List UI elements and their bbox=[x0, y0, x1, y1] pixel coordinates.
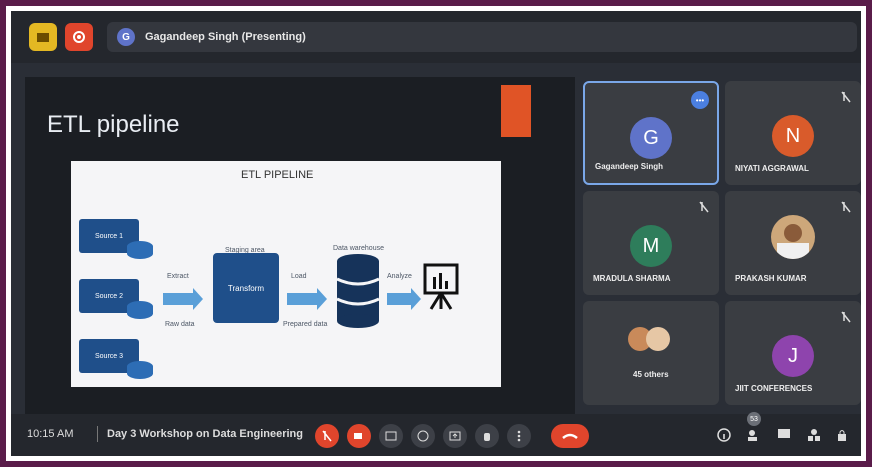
record-icon bbox=[73, 31, 85, 43]
mic-off-icon bbox=[841, 91, 851, 103]
analyze-arrow bbox=[387, 288, 421, 310]
slide-title: ETL pipeline bbox=[47, 111, 180, 138]
avatar: J bbox=[772, 335, 814, 377]
source-2-db-icon bbox=[127, 301, 153, 319]
participant-name: MRADULA SHARMA bbox=[593, 274, 671, 283]
record-button[interactable] bbox=[65, 23, 93, 51]
diagram-title: ETL PIPELINE bbox=[241, 169, 314, 181]
tile-jiit[interactable]: J JIIT CONFERENCES bbox=[725, 301, 861, 405]
bottom-bar: 10:15 AM Day 3 Workshop on Data Engineer… bbox=[11, 412, 861, 456]
files-button[interactable] bbox=[29, 23, 57, 51]
participant-name: PRAKASH KUMAR bbox=[735, 274, 807, 283]
slide-accent-bar bbox=[501, 85, 531, 137]
host-controls-button[interactable] bbox=[833, 426, 851, 444]
phone-hangup-icon bbox=[562, 433, 578, 439]
divider bbox=[97, 426, 98, 442]
others-count: 45 others bbox=[633, 370, 669, 379]
more-vert-icon bbox=[517, 430, 521, 442]
raise-hand-button[interactable] bbox=[475, 424, 499, 448]
shapes-icon bbox=[808, 429, 820, 441]
people-icon bbox=[748, 430, 757, 441]
info-icon bbox=[717, 428, 731, 442]
analyze-label: Analyze bbox=[387, 273, 412, 280]
activities-button[interactable] bbox=[805, 426, 823, 444]
folder-icon bbox=[37, 33, 49, 42]
reactions-button[interactable] bbox=[411, 424, 435, 448]
tile-others[interactable]: 45 others bbox=[583, 301, 719, 405]
tile-prakash[interactable]: PRAKASH KUMAR bbox=[725, 191, 861, 295]
top-bar: G Gagandeep Singh (Presenting) bbox=[11, 11, 861, 63]
tile-gagandeep[interactable]: ••• G Gagandeep Singh bbox=[583, 81, 719, 185]
extract-arrow bbox=[163, 288, 203, 310]
mic-off-icon bbox=[699, 201, 709, 213]
more-options-button[interactable] bbox=[507, 424, 531, 448]
meeting-details-button[interactable] bbox=[715, 426, 733, 444]
meet-window: G Gagandeep Singh (Presenting) ETL pipel… bbox=[11, 11, 861, 456]
meeting-title: Day 3 Workshop on Data Engineering bbox=[107, 428, 303, 440]
participants-count-badge: 53 bbox=[747, 412, 761, 426]
more-options-icon[interactable]: ••• bbox=[691, 91, 709, 109]
shared-slide: ETL pipeline ETL PIPELINE Source 1 Sourc… bbox=[25, 77, 575, 417]
mic-off-icon bbox=[841, 201, 851, 213]
mic-toggle-button[interactable] bbox=[315, 424, 339, 448]
source-3-db-icon bbox=[127, 361, 153, 379]
screenshot-frame: G Gagandeep Singh (Presenting) ETL pipel… bbox=[6, 6, 866, 461]
leave-call-button[interactable] bbox=[551, 424, 589, 448]
captions-icon bbox=[385, 431, 397, 441]
load-arrow bbox=[287, 288, 327, 310]
etl-diagram: ETL PIPELINE Source 1 Source 2 Source 3 … bbox=[71, 161, 501, 387]
others-avatars bbox=[627, 323, 671, 355]
camera-toggle-button[interactable] bbox=[347, 424, 371, 448]
tile-mradula[interactable]: M MRADULA SHARMA bbox=[583, 191, 719, 295]
mic-off-icon bbox=[322, 430, 332, 442]
present-button[interactable] bbox=[443, 424, 467, 448]
tile-niyati[interactable]: N NIYATI AGGRAWAL bbox=[725, 81, 861, 185]
avatar: M bbox=[630, 225, 672, 267]
warehouse-database-icon bbox=[336, 254, 380, 328]
presenter-label: Gagandeep Singh (Presenting) bbox=[145, 31, 306, 43]
participant-name: JIIT CONFERENCES bbox=[735, 384, 813, 393]
lock-icon bbox=[838, 430, 846, 441]
load-label: Load bbox=[291, 273, 307, 280]
chat-button[interactable] bbox=[775, 426, 793, 444]
captions-button[interactable] bbox=[379, 424, 403, 448]
clock: 10:15 AM bbox=[27, 428, 74, 440]
participant-name: Gagandeep Singh bbox=[595, 162, 664, 171]
avatar: N bbox=[772, 115, 814, 157]
mic-off-icon bbox=[841, 311, 851, 323]
participant-name: NIYATI AGGRAWAL bbox=[735, 164, 809, 173]
emoji-icon bbox=[417, 430, 429, 442]
present-screen-icon bbox=[449, 431, 461, 441]
profile-photo bbox=[771, 215, 815, 259]
people-button[interactable]: 53 bbox=[745, 412, 763, 444]
source-1-db-icon bbox=[127, 241, 153, 259]
prepared-data-label: Prepared data bbox=[283, 321, 328, 328]
camera-off-icon bbox=[354, 433, 362, 439]
raw-data-label: Raw data bbox=[165, 321, 195, 328]
presentation-board-icon bbox=[423, 263, 459, 310]
presenter-indicator: G Gagandeep Singh (Presenting) bbox=[107, 22, 857, 52]
warehouse-label: Data warehouse bbox=[333, 245, 384, 252]
chat-icon bbox=[778, 429, 790, 438]
hand-icon bbox=[484, 433, 490, 441]
presenter-avatar: G bbox=[117, 28, 135, 46]
extract-label: Extract bbox=[167, 273, 189, 280]
transform-box: Transform bbox=[213, 253, 279, 323]
avatar: G bbox=[630, 117, 672, 159]
